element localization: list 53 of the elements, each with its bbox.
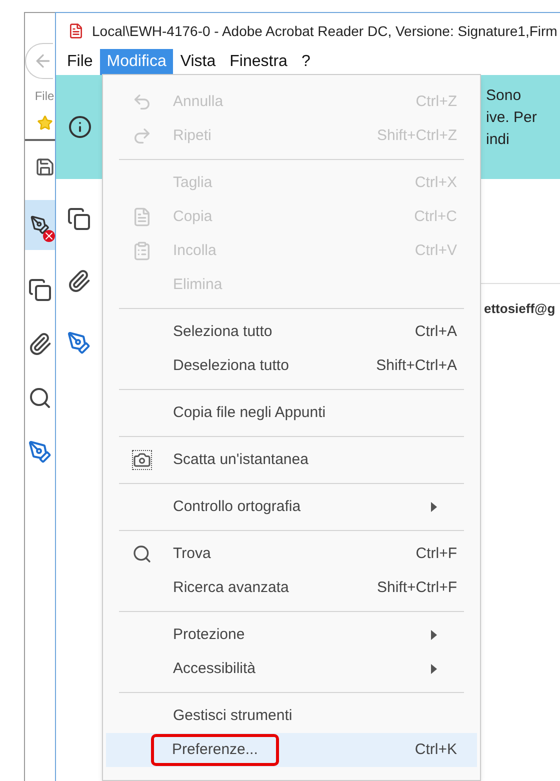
menu-item[interactable]: Trova Ctrl+F (106, 537, 477, 571)
menu-item[interactable]: Seleziona tutto Ctrl+A (106, 315, 477, 349)
banner-text: ive. Per (486, 108, 537, 128)
menu-bar-item[interactable]: ? (294, 49, 318, 75)
camera-icon (132, 450, 152, 470)
save-icon[interactable] (34, 157, 54, 177)
pages-icon[interactable] (66, 207, 90, 231)
submenu-arrow-icon (431, 664, 437, 674)
submenu-arrow-icon (431, 502, 437, 512)
shortcut-text: Ctrl+V (414, 240, 458, 261)
shortcut-text: Ctrl+F (416, 544, 458, 564)
menu-item[interactable]: Accessibilità (106, 652, 477, 686)
menu-item[interactable]: Protezione (106, 618, 477, 652)
menu-item[interactable]: Gestisci strumenti (106, 699, 477, 733)
clipboard-icon (132, 241, 152, 261)
pdf-icon (68, 23, 84, 39)
window-title: Local\EWH-4176-0 - Adobe Acrobat Reader DC, Versione: Signature1,Firm (92, 22, 558, 41)
search-icon (132, 544, 152, 564)
menu-item[interactable]: Controllo ortografia (106, 490, 477, 524)
shortcut-text: Ctrl+X (414, 172, 458, 193)
pen-icon[interactable] (28, 440, 52, 464)
email-text: ettosieff@g (484, 300, 556, 318)
shortcut-text: Shift+Ctrl+A (376, 356, 458, 376)
shortcut-text: Ctrl+K (414, 740, 458, 760)
banner-text: indi (486, 130, 510, 150)
paperclip-icon[interactable] (66, 269, 90, 293)
shortcut-text: Shift+Ctrl+Z (376, 126, 458, 146)
pen-icon[interactable] (66, 331, 90, 355)
shortcut-text: Ctrl+A (414, 322, 458, 342)
menu-bar-item[interactable]: File (60, 49, 100, 75)
banner-text: Sono (486, 86, 522, 106)
menu-item[interactable]: Deseleziona tutto Shift+Ctrl+A (106, 349, 477, 383)
paperclip-icon[interactable] (28, 332, 52, 356)
shortcut-text: Ctrl+C (414, 206, 458, 227)
signature-tool[interactable] (25, 200, 55, 250)
menu-bar-item[interactable]: Vista (173, 49, 223, 75)
menu-item[interactable]: Preferenze... Ctrl+K (106, 733, 477, 767)
menu-item[interactable]: Scatta un'istantanea (106, 443, 477, 477)
signature-icon (30, 215, 50, 235)
shortcut-text: Ctrl+Z (416, 92, 458, 112)
menu-item[interactable]: Copia file negli Appunti (106, 396, 477, 430)
search-icon[interactable] (28, 386, 52, 410)
copy-icon (132, 207, 152, 227)
star-icon[interactable] (36, 115, 52, 131)
menu-item[interactable]: Ricerca avanzata Shift+Ctrl+F (106, 571, 477, 605)
pages-icon[interactable] (28, 278, 52, 302)
undo-icon (132, 92, 152, 112)
redo-icon (132, 126, 152, 146)
menu-bar-item[interactable]: Finestra (222, 49, 294, 75)
submenu-arrow-icon (431, 630, 437, 640)
file-label: File (34, 88, 54, 105)
info-icon (68, 115, 92, 139)
shortcut-text: Shift+Ctrl+F (376, 578, 458, 598)
